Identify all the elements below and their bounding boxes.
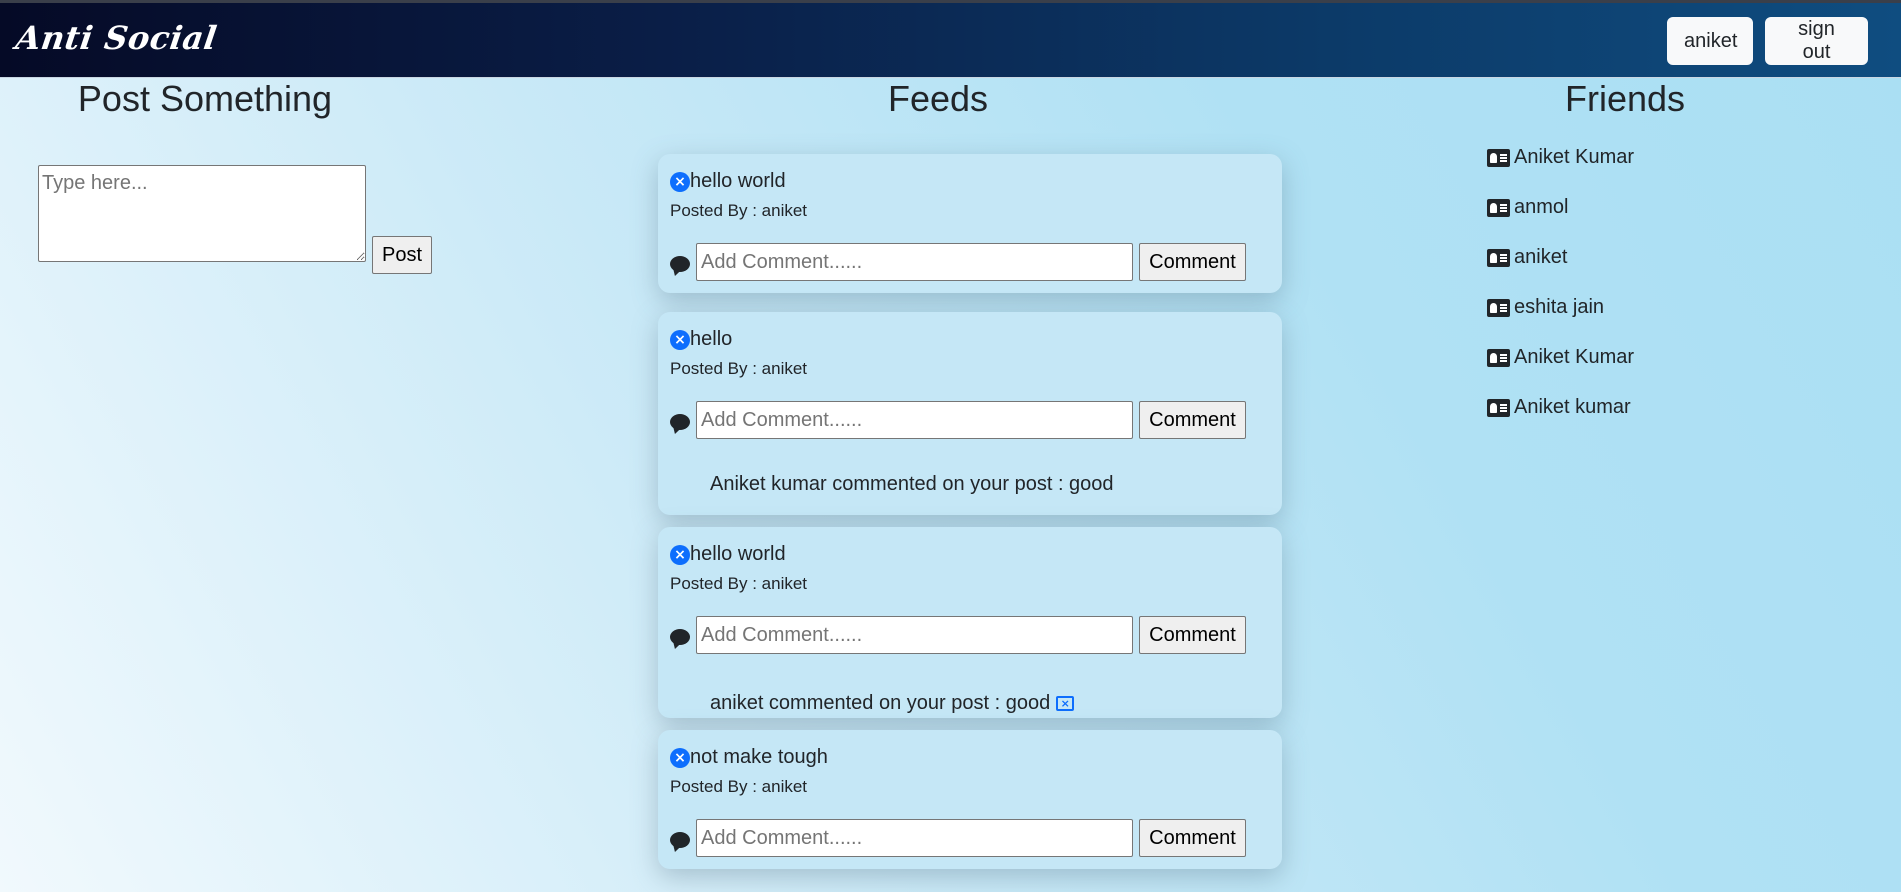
x-circle-icon[interactable]: × xyxy=(670,329,690,350)
post-button[interactable]: Post xyxy=(372,236,432,274)
friend-item[interactable]: eshita jain xyxy=(1487,296,1604,319)
friends-title: Friends xyxy=(1564,78,1686,119)
person-vcard-icon xyxy=(1487,248,1510,267)
person-vcard-icon xyxy=(1487,348,1510,367)
friend-name: aniket xyxy=(1514,246,1568,268)
feed-card: × hello world Posted By : aniket Comment… xyxy=(658,527,1282,718)
sign-out-button[interactable]: sign out xyxy=(1765,17,1868,65)
chat-bubble-icon xyxy=(670,629,690,645)
feed-card: × not make tough Posted By : aniket Comm… xyxy=(658,730,1282,869)
comment-text: Aniket kumar commented on your post : go… xyxy=(710,473,1114,496)
friend-name: Aniket kumar xyxy=(1514,396,1631,418)
friend-item[interactable]: anmol xyxy=(1487,196,1568,219)
friend-item[interactable]: aniket xyxy=(1487,246,1567,269)
friend-item[interactable]: Aniket Kumar xyxy=(1487,346,1634,369)
feed-card: × hello Posted By : aniket Comment Anike… xyxy=(658,312,1282,515)
comment-button[interactable]: Comment xyxy=(1139,819,1246,857)
top-navbar: Anti Social aniket sign out xyxy=(0,0,1901,78)
x-circle-icon[interactable]: × xyxy=(670,171,690,192)
comment-text: aniket commented on your post : good × xyxy=(710,692,1075,715)
feed-card: × hello world Posted By : aniket Comment xyxy=(658,154,1282,293)
chat-bubble-icon xyxy=(670,414,690,430)
posted-by: Posted By : aniket xyxy=(670,359,808,378)
user-profile-button[interactable]: aniket xyxy=(1667,17,1753,65)
person-vcard-icon xyxy=(1487,398,1510,417)
x-circle-icon[interactable]: × xyxy=(670,544,690,565)
comment-button[interactable]: Comment xyxy=(1139,243,1246,281)
posted-by: Posted By : aniket xyxy=(670,777,808,796)
friend-name: Aniket Kumar xyxy=(1514,346,1635,368)
person-vcard-icon xyxy=(1487,298,1510,317)
person-vcard-icon xyxy=(1487,148,1510,167)
x-square-icon[interactable]: × xyxy=(1056,696,1075,711)
comment-content: Aniket kumar commented on your post : go… xyxy=(710,473,1114,495)
friend-name: eshita jain xyxy=(1514,296,1605,318)
posted-by: Posted By : aniket xyxy=(670,574,808,593)
chat-bubble-icon xyxy=(670,256,690,272)
friend-name: Aniket Kumar xyxy=(1514,146,1635,168)
feeds-title: Feeds xyxy=(887,78,989,119)
post-title: hello world xyxy=(690,170,786,192)
chat-bubble-icon xyxy=(670,832,690,848)
comment-input[interactable] xyxy=(696,616,1133,654)
brand-logo[interactable]: Anti Social xyxy=(13,19,219,57)
friend-item[interactable]: Aniket Kumar xyxy=(1487,146,1634,169)
comment-button[interactable]: Comment xyxy=(1139,616,1246,654)
post-textarea[interactable] xyxy=(38,165,366,262)
comment-button[interactable]: Comment xyxy=(1139,401,1246,439)
friend-item[interactable]: Aniket kumar xyxy=(1487,396,1631,419)
comment-input[interactable] xyxy=(696,243,1133,281)
x-circle-icon[interactable]: × xyxy=(670,747,690,768)
person-vcard-icon xyxy=(1487,198,1510,217)
comment-input[interactable] xyxy=(696,401,1133,439)
comment-input[interactable] xyxy=(696,819,1133,857)
post-title: hello world xyxy=(690,543,786,565)
post-title: hello xyxy=(690,328,733,350)
comment-content: aniket commented on your post : good xyxy=(710,692,1051,714)
post-title: not make tough xyxy=(690,746,828,768)
post-section-title: Post Something xyxy=(77,78,333,119)
friend-name: anmol xyxy=(1514,196,1569,218)
posted-by: Posted By : aniket xyxy=(670,201,808,220)
